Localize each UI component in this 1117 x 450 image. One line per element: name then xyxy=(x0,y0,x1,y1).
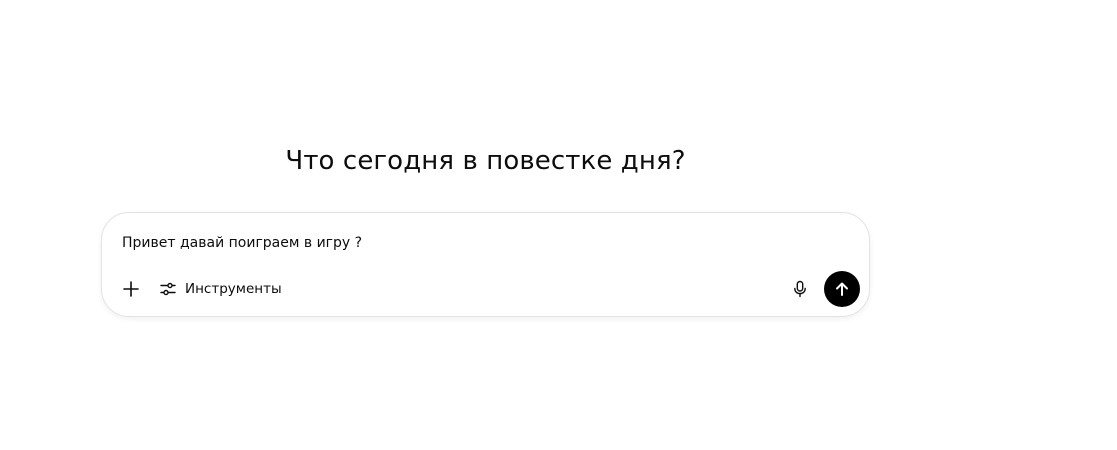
tools-button[interactable]: Инструменты xyxy=(155,273,286,305)
page-title: Что сегодня в повестке дня? xyxy=(285,146,686,176)
sliders-icon xyxy=(160,282,176,296)
composer-toolbar: Инструменты xyxy=(102,271,869,307)
chat-home: Что сегодня в повестке дня? Привет давай… xyxy=(0,0,1117,450)
send-button[interactable] xyxy=(824,271,860,307)
prompt-input[interactable]: Привет давай поиграем в игру ? xyxy=(122,234,849,252)
arrow-up-icon xyxy=(836,282,848,296)
tools-button-label: Инструменты xyxy=(185,281,282,297)
voice-input-button[interactable] xyxy=(784,271,816,307)
microphone-icon xyxy=(794,280,806,298)
plus-icon xyxy=(123,281,139,297)
add-attachment-button[interactable] xyxy=(115,271,147,307)
prompt-composer: Привет давай поиграем в игру ? Инструмен… xyxy=(101,212,870,317)
